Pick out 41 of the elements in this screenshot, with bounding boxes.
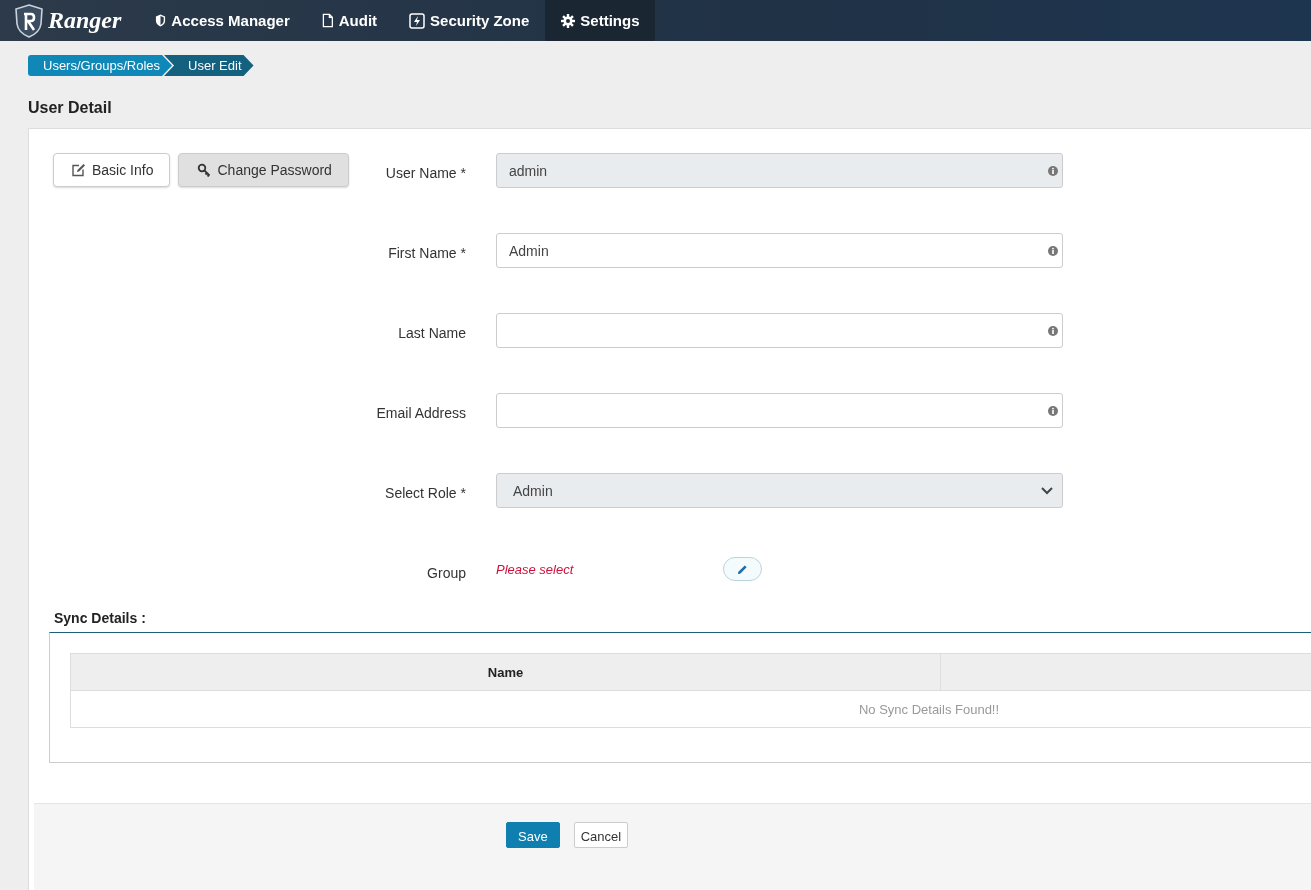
tab[interactable]: Basic Info — [53, 153, 171, 187]
text-field[interactable]: Admin — [496, 233, 1063, 268]
column-header: Name — [71, 654, 941, 690]
edit-group-button[interactable] — [723, 557, 763, 581]
pencil-icon — [737, 563, 749, 575]
breadcrumb-link[interactable]: Users/Groups/Roles — [28, 55, 173, 76]
shield-logo-icon — [14, 3, 44, 38]
field-label: Last Name — [398, 325, 466, 341]
field-label: Email Address — [376, 405, 466, 421]
info-icon — [1048, 325, 1058, 336]
info-icon — [1048, 245, 1058, 256]
cancel-button[interactable]: Cancel — [573, 822, 629, 848]
key-icon — [197, 163, 212, 177]
nav-menu-item[interactable]: Security Zone — [393, 0, 546, 41]
field-label: Group — [427, 565, 466, 581]
section-title: Sync Details : — [53, 610, 147, 628]
edit-icon — [72, 163, 86, 177]
text-field[interactable] — [496, 393, 1063, 428]
role-dropdown: Admin — [496, 473, 1063, 508]
empty-message: No Sync Details Found!! — [857, 700, 1001, 719]
field-label: Select Role * — [385, 485, 466, 501]
gear-icon — [561, 13, 576, 28]
nav-menu-item[interactable]: Audit — [305, 0, 394, 41]
save-button[interactable]: Save — [506, 822, 560, 848]
text-field: admin — [496, 153, 1063, 188]
text-field[interactable] — [496, 313, 1063, 348]
group-select-field[interactable]: Please select — [496, 561, 574, 577]
field-label: User Name * — [385, 165, 466, 181]
chevron-down-icon — [1041, 486, 1053, 495]
info-icon — [1048, 165, 1058, 176]
lightning-icon — [409, 12, 426, 29]
brand-name: Ranger — [48, 7, 122, 34]
shield-icon — [155, 14, 167, 27]
nav-menu-item[interactable]: Access Manager — [139, 0, 306, 41]
field-label: First Name * — [388, 245, 466, 261]
document-icon — [321, 13, 334, 28]
nav-menu-item[interactable]: Settings — [545, 0, 656, 41]
page-title: User Detail — [28, 99, 113, 117]
tab[interactable]: Change Password — [178, 153, 349, 187]
info-icon — [1048, 405, 1058, 416]
breadcrumb-link[interactable]: User Edit — [164, 55, 254, 76]
